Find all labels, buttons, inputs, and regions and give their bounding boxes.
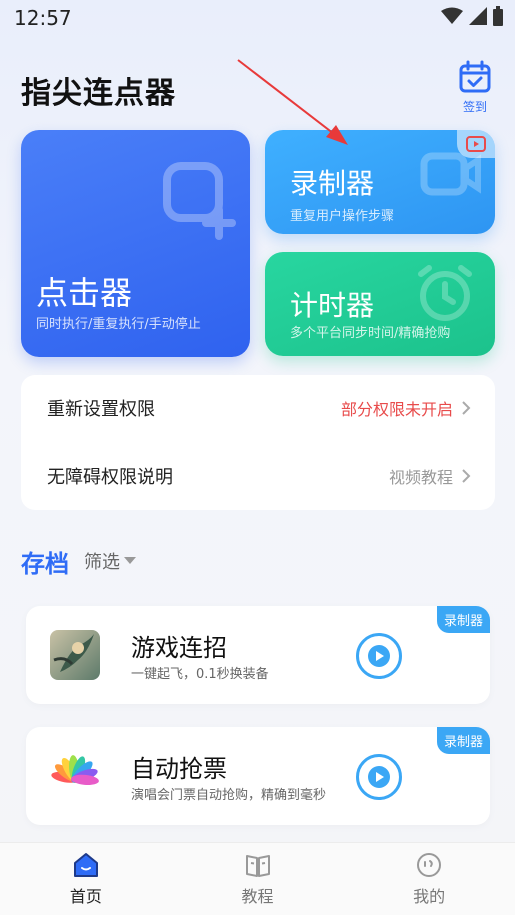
list-item[interactable]: 录制器 自动抢票 演唱会门票自动抢购，精确到毫秒 — [26, 727, 490, 825]
item-description: 演唱会门票自动抢购，精确到毫秒 — [131, 788, 327, 803]
recorder-tag: 录制器 — [436, 727, 490, 754]
timer-card[interactable]: 计时器 多个平台同步时间/精确抢购 — [265, 252, 495, 356]
recorder-title: 录制器 — [290, 167, 375, 200]
reset-permissions-label: 重新设置权限 — [47, 399, 155, 420]
video-badge — [457, 130, 495, 158]
archive-title: 存档 — [21, 550, 69, 578]
permission-status: 部分权限未开启 — [340, 400, 453, 419]
reset-permissions-row[interactable]: 重新设置权限 部分权限未开启 — [21, 375, 495, 441]
recorder-tag: 录制器 — [436, 606, 490, 633]
timer-subtitle: 多个平台同步时间/精确抢购 — [290, 326, 451, 341]
caret-down-icon — [124, 557, 136, 564]
status-time: 12:57 — [14, 6, 72, 30]
game-character-icon — [50, 630, 100, 680]
clicker-add-icon — [163, 162, 236, 240]
battery-icon — [493, 6, 503, 26]
nav-home[interactable]: 首页 — [0, 843, 172, 915]
nav-profile[interactable]: 我的 — [343, 843, 515, 915]
filter-dropdown[interactable]: 筛选 — [84, 548, 136, 574]
app-title: 指尖连点器 — [21, 76, 176, 111]
filter-label: 筛选 — [84, 552, 120, 573]
permissions-panel: 重新设置权限 部分权限未开启 无障碍权限说明 视频教程 — [21, 375, 495, 510]
chevron-right-icon — [462, 469, 471, 483]
item-title: 自动抢票 — [131, 755, 227, 783]
calendar-check-icon — [459, 60, 491, 93]
game-thumbnail — [50, 630, 100, 680]
timer-title: 计时器 — [290, 289, 375, 322]
flower-logo-icon — [51, 755, 99, 785]
alarm-clock-icon — [418, 265, 472, 321]
recorder-card[interactable]: 录制器 重复用户操作步骤 — [265, 130, 495, 234]
book-icon — [245, 855, 270, 877]
video-tutorial-link: 视频教程 — [388, 468, 453, 487]
bottom-nav: 首页 教程 我的 — [0, 842, 515, 915]
profile-icon — [417, 853, 442, 877]
ticket-thumbnail — [50, 751, 100, 801]
clicker-subtitle: 同时执行/重复执行/手动停止 — [36, 317, 201, 332]
item-title: 游戏连招 — [131, 634, 227, 662]
checkin-label: 签到 — [462, 100, 487, 114]
play-button[interactable] — [356, 754, 402, 800]
list-item[interactable]: 录制器 游戏连招 一键起飞，0.1秒换装备 — [26, 606, 490, 704]
accessibility-help-row[interactable]: 无障碍权限说明 视频教程 — [21, 443, 495, 509]
nav-home-label: 首页 — [69, 887, 102, 906]
clicker-title: 点击器 — [36, 274, 133, 312]
item-description: 一键起飞，0.1秒换装备 — [131, 667, 269, 682]
recorder-subtitle: 重复用户操作步骤 — [290, 209, 395, 224]
checkin-button[interactable]: 签到 — [452, 60, 498, 115]
play-button[interactable] — [356, 633, 402, 679]
home-icon — [73, 853, 98, 877]
wifi-icon — [441, 7, 463, 24]
accessibility-help-label: 无障碍权限说明 — [47, 467, 173, 488]
nav-tutorial-label: 教程 — [241, 887, 274, 906]
play-video-icon — [466, 136, 486, 152]
chevron-right-icon — [462, 401, 471, 415]
signal-icon — [469, 7, 487, 25]
play-icon — [368, 645, 390, 667]
clicker-card[interactable]: 点击器 同时执行/重复执行/手动停止 — [21, 130, 250, 357]
nav-tutorial[interactable]: 教程 — [172, 843, 344, 915]
status-icons — [441, 6, 503, 26]
play-icon — [368, 766, 390, 788]
nav-profile-label: 我的 — [413, 887, 446, 906]
